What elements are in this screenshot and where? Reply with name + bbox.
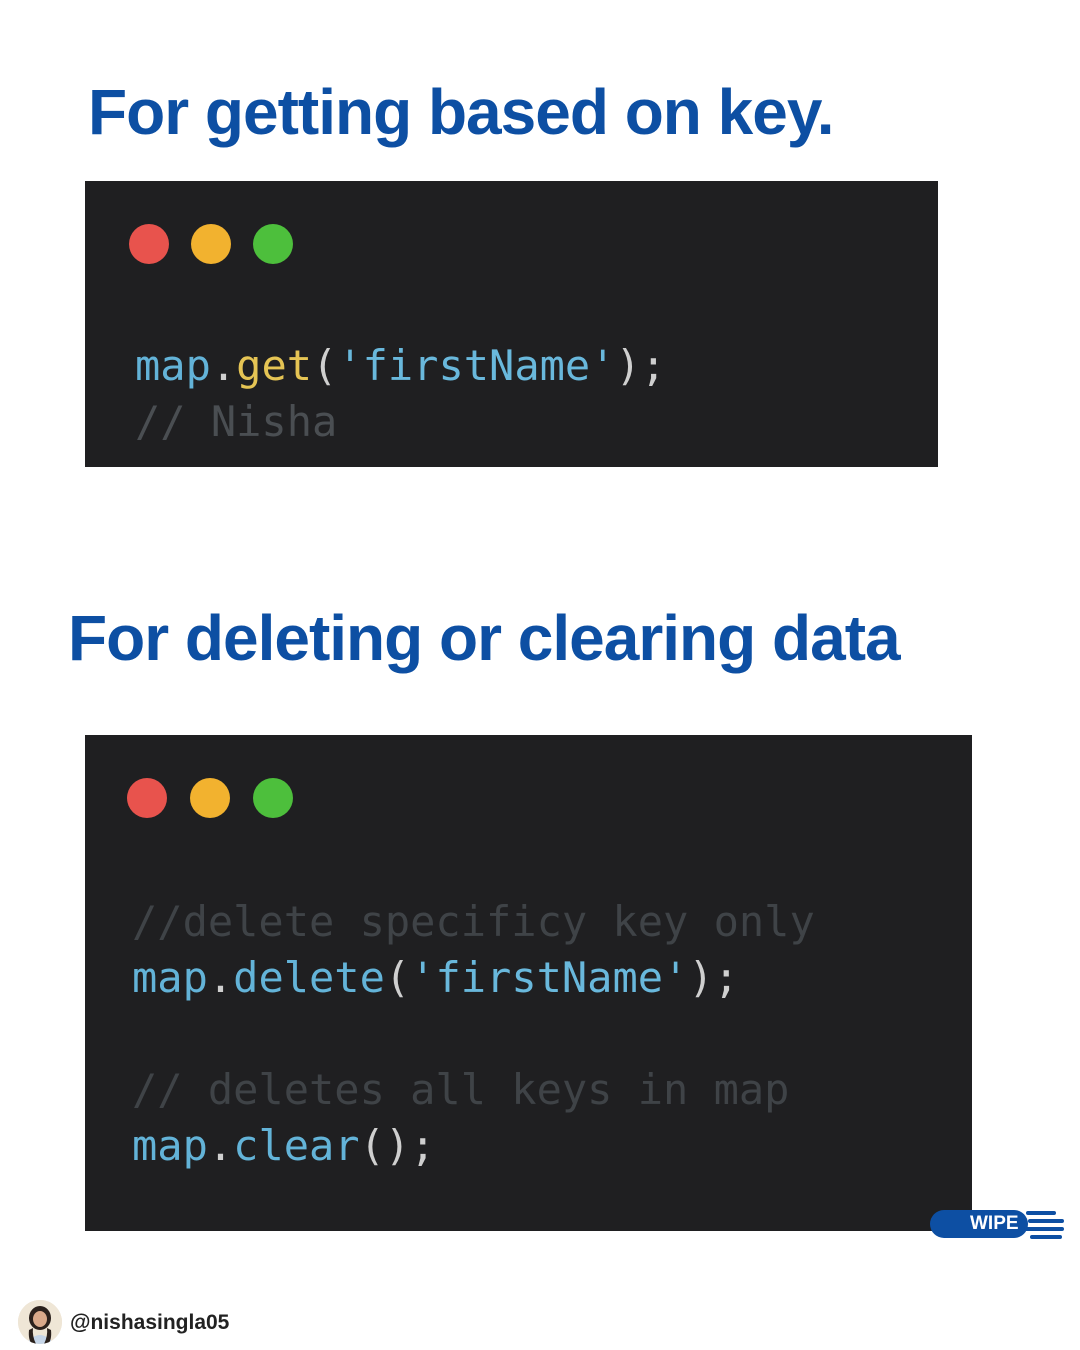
- code-object: map: [132, 1121, 208, 1170]
- code-comment: // Nisha: [135, 397, 338, 446]
- code-object: map: [132, 953, 208, 1002]
- swipe-lines-icon: [1028, 1219, 1064, 1223]
- close-dot-icon: [129, 224, 169, 264]
- code-block-get: map.get('firstName'); // Nisha: [135, 338, 666, 450]
- code-window-delete: //delete specificy key only map.delete('…: [85, 735, 972, 1231]
- code-punct: ();: [359, 1121, 436, 1170]
- code-string: 'firstName': [410, 953, 689, 1002]
- footer-handle: @nishasingla05: [70, 1311, 230, 1334]
- section-heading-delete: For deleting or clearing data: [68, 602, 901, 674]
- code-punct: .: [210, 341, 237, 390]
- code-line: map.delete('firstName');: [132, 953, 739, 1002]
- code-punct: (: [312, 341, 338, 390]
- code-window-get: map.get('firstName'); // Nisha: [85, 181, 938, 467]
- maximize-dot-icon: [253, 224, 293, 264]
- swipe-lines-icon: [1026, 1211, 1056, 1215]
- code-method: get: [236, 341, 313, 390]
- code-line: map.clear();: [132, 1121, 435, 1170]
- avatar: [18, 1300, 62, 1344]
- close-dot-icon: [127, 778, 167, 818]
- section-heading-get: For getting based on key.: [88, 76, 834, 148]
- code-line: map.get('firstName');: [135, 341, 666, 390]
- code-string: 'firstName': [337, 341, 616, 390]
- code-punct: );: [688, 953, 739, 1002]
- minimize-dot-icon: [191, 224, 231, 264]
- code-punct: .: [207, 1121, 234, 1170]
- swipe-label: WIPE: [970, 1213, 1019, 1234]
- code-punct: (: [384, 953, 411, 1002]
- code-comment: //delete specificy key only: [132, 897, 815, 946]
- code-comment: // deletes all keys in map: [132, 1065, 790, 1114]
- avatar-portrait-icon: [18, 1300, 62, 1344]
- code-object: map: [135, 341, 211, 390]
- swipe-badge[interactable]: WIPE: [930, 1200, 1070, 1244]
- code-block-delete: //delete specificy key only map.delete('…: [132, 894, 815, 1174]
- swipe-lines-icon: [1024, 1227, 1064, 1231]
- code-punct: );: [615, 341, 667, 390]
- code-method: clear: [233, 1121, 360, 1170]
- code-punct: .: [207, 953, 234, 1002]
- code-method: delete: [233, 953, 385, 1002]
- minimize-dot-icon: [190, 778, 230, 818]
- swipe-lines-icon: [1030, 1235, 1062, 1239]
- maximize-dot-icon: [253, 778, 293, 818]
